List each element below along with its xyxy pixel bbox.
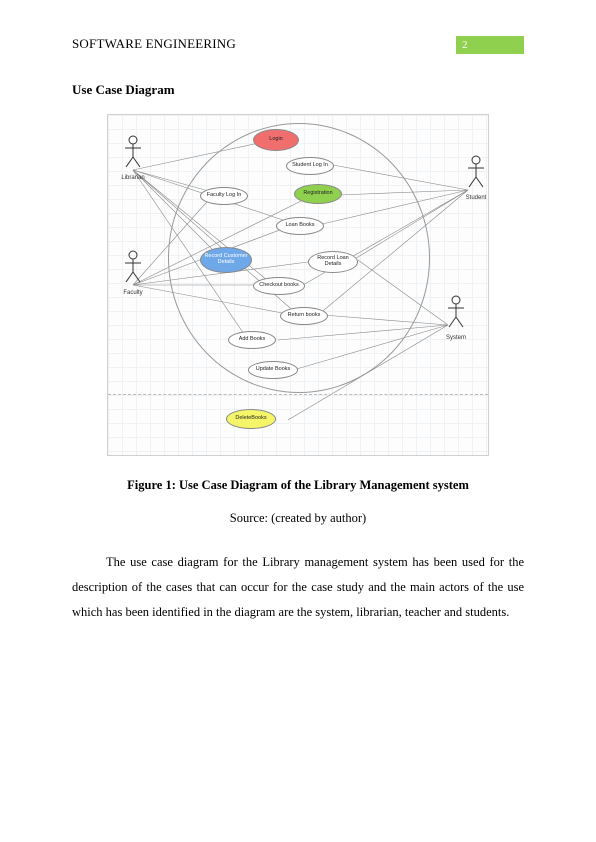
uc-add-books: Add Books: [228, 331, 276, 349]
body-paragraph: The use case diagram for the Library man…: [72, 550, 524, 625]
stick-figure-icon: [121, 135, 145, 169]
use-case-diagram: Librarian Faculty Student System Login S…: [107, 114, 489, 456]
uc-update-books: Update Books: [248, 361, 298, 379]
stick-figure-icon: [444, 295, 468, 329]
uc-delete-books: DeleteBooks: [226, 409, 276, 429]
uc-loan-books: Loan Books: [276, 217, 324, 235]
actor-label: Faculty: [113, 290, 153, 296]
stick-figure-icon: [121, 250, 145, 284]
section-title: Use Case Diagram: [72, 82, 524, 98]
document-title: SOFTWARE ENGINEERING: [72, 36, 236, 52]
figure-source: Source: (created by author): [72, 511, 524, 526]
stick-figure-icon: [464, 155, 488, 189]
uc-checkout-books: Checkout books: [253, 277, 305, 295]
actor-system: System: [436, 295, 476, 341]
actor-librarian: Librarian: [113, 135, 153, 181]
page-header: SOFTWARE ENGINEERING 2: [72, 36, 524, 54]
uc-faculty-login: Faculty Log In: [200, 187, 248, 205]
actor-label: Librarian: [113, 175, 153, 181]
document-page: SOFTWARE ENGINEERING 2 Use Case Diagram: [0, 0, 596, 842]
actor-label: Student: [456, 195, 496, 201]
actor-student: Student: [456, 155, 496, 201]
uc-student-login: Student Log In: [286, 157, 334, 175]
uc-registration: Registration: [294, 184, 342, 204]
uc-record-loan: Record Loan Details: [308, 251, 358, 273]
uc-login: Login: [253, 129, 299, 151]
actor-label: System: [436, 335, 476, 341]
uc-return-books: Return books: [280, 307, 328, 325]
page-number-badge: 2: [456, 36, 524, 54]
diagram-divider: [108, 394, 488, 395]
figure-caption: Figure 1: Use Case Diagram of the Librar…: [72, 478, 524, 493]
actor-faculty: Faculty: [113, 250, 153, 296]
uc-record-customer: Record Customer Details: [200, 247, 252, 273]
